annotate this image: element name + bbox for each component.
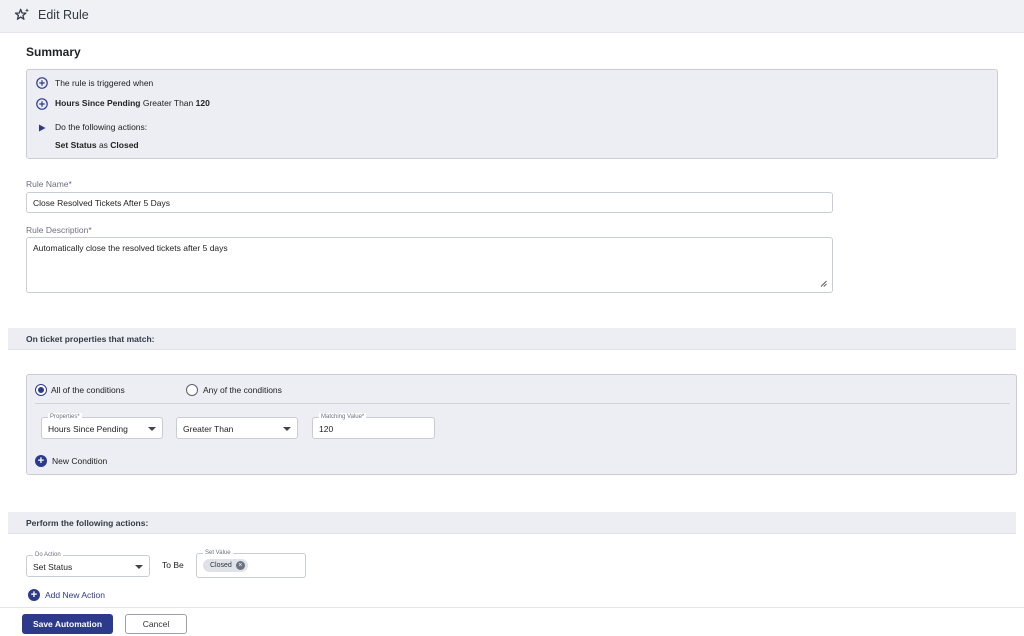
properties-value: Hours Since Pending — [48, 424, 128, 434]
new-condition-button[interactable]: + New Condition — [35, 455, 107, 467]
rule-name-input[interactable]: Close Resolved Tickets After 5 Days — [26, 192, 833, 213]
conditions-panel: All of the conditions Any of the conditi… — [26, 374, 1017, 475]
chevron-down-icon — [283, 427, 291, 431]
rule-description-label: Rule Description* — [26, 225, 92, 235]
add-new-action-label: Add New Action — [45, 590, 106, 600]
play-icon — [39, 124, 46, 132]
actions-section-header: Perform the following actions: — [8, 512, 1016, 534]
divider — [35, 403, 1010, 404]
rule-description-textarea[interactable]: Automatically close the resolved tickets… — [26, 237, 833, 293]
set-value-input[interactable]: Set Value Closed × — [196, 549, 306, 578]
matching-value-label: Matching Value* — [319, 413, 367, 421]
summary-condition-property: Hours Since Pending — [55, 98, 141, 108]
properties-label: Properties* — [48, 413, 82, 421]
match-all-label[interactable]: All of the conditions — [51, 385, 125, 395]
actions-heading: Perform the following actions: — [26, 518, 149, 528]
save-automation-button[interactable]: Save Automation — [22, 614, 113, 634]
plus-icon: + — [28, 589, 40, 601]
conditions-section-header: On ticket properties that match: — [8, 328, 1016, 350]
plus-circle-icon — [36, 77, 48, 89]
plus-icon: + — [35, 455, 47, 467]
rule-description-text: Automatically close the resolved tickets… — [33, 243, 228, 253]
summary-condition: Hours Since Pending Greater Than 120 — [55, 98, 210, 108]
match-any-radio[interactable] — [186, 384, 198, 396]
to-be-label: To Be — [162, 560, 184, 570]
summary-action: Set Status as Closed — [55, 140, 139, 150]
plus-circle-icon — [36, 98, 48, 110]
match-any-label[interactable]: Any of the conditions — [203, 385, 282, 395]
chevron-down-icon — [135, 565, 143, 569]
properties-select[interactable]: Properties* Hours Since Pending — [41, 413, 163, 439]
summary-condition-operator: Greater Than — [140, 98, 196, 108]
summary-panel: The rule is triggered when Hours Since P… — [26, 69, 998, 159]
summary-heading: Summary — [26, 45, 81, 59]
page-header: Edit Rule — [0, 0, 1024, 33]
page-title: Edit Rule — [38, 8, 89, 22]
summary-action-property: Set Status — [55, 140, 97, 150]
close-icon[interactable]: × — [235, 561, 245, 570]
add-new-action-button[interactable]: + Add New Action — [28, 589, 105, 601]
rule-name-label: Rule Name* — [26, 179, 72, 189]
chevron-down-icon — [148, 427, 156, 431]
set-value-label: Set Value — [203, 549, 233, 557]
summary-action-value: Closed — [110, 140, 139, 150]
status-chip-label: Closed — [210, 562, 232, 569]
cancel-button[interactable]: Cancel — [125, 614, 187, 634]
resize-handle-icon[interactable] — [820, 280, 827, 287]
operator-select[interactable]: Greater Than — [176, 417, 298, 439]
do-action-value: Set Status — [33, 562, 73, 572]
summary-trigger-text: The rule is triggered when — [55, 78, 154, 88]
do-action-select[interactable]: Do Action Set Status — [26, 551, 150, 577]
match-all-radio[interactable] — [35, 384, 47, 396]
new-condition-label: New Condition — [52, 456, 108, 466]
operator-value: Greater Than — [183, 424, 234, 434]
status-chip: Closed × — [203, 559, 248, 572]
matching-value-input[interactable]: Matching Value* 120 — [312, 413, 435, 439]
matching-value: 120 — [319, 424, 334, 434]
star-icon — [14, 8, 29, 20]
do-action-label: Do Action — [33, 551, 63, 559]
conditions-heading: On ticket properties that match: — [26, 334, 155, 344]
summary-actions-text: Do the following actions: — [55, 122, 148, 132]
footer-divider — [0, 607, 1024, 608]
summary-condition-value: 120 — [195, 98, 210, 108]
summary-action-joiner: as — [96, 140, 111, 150]
